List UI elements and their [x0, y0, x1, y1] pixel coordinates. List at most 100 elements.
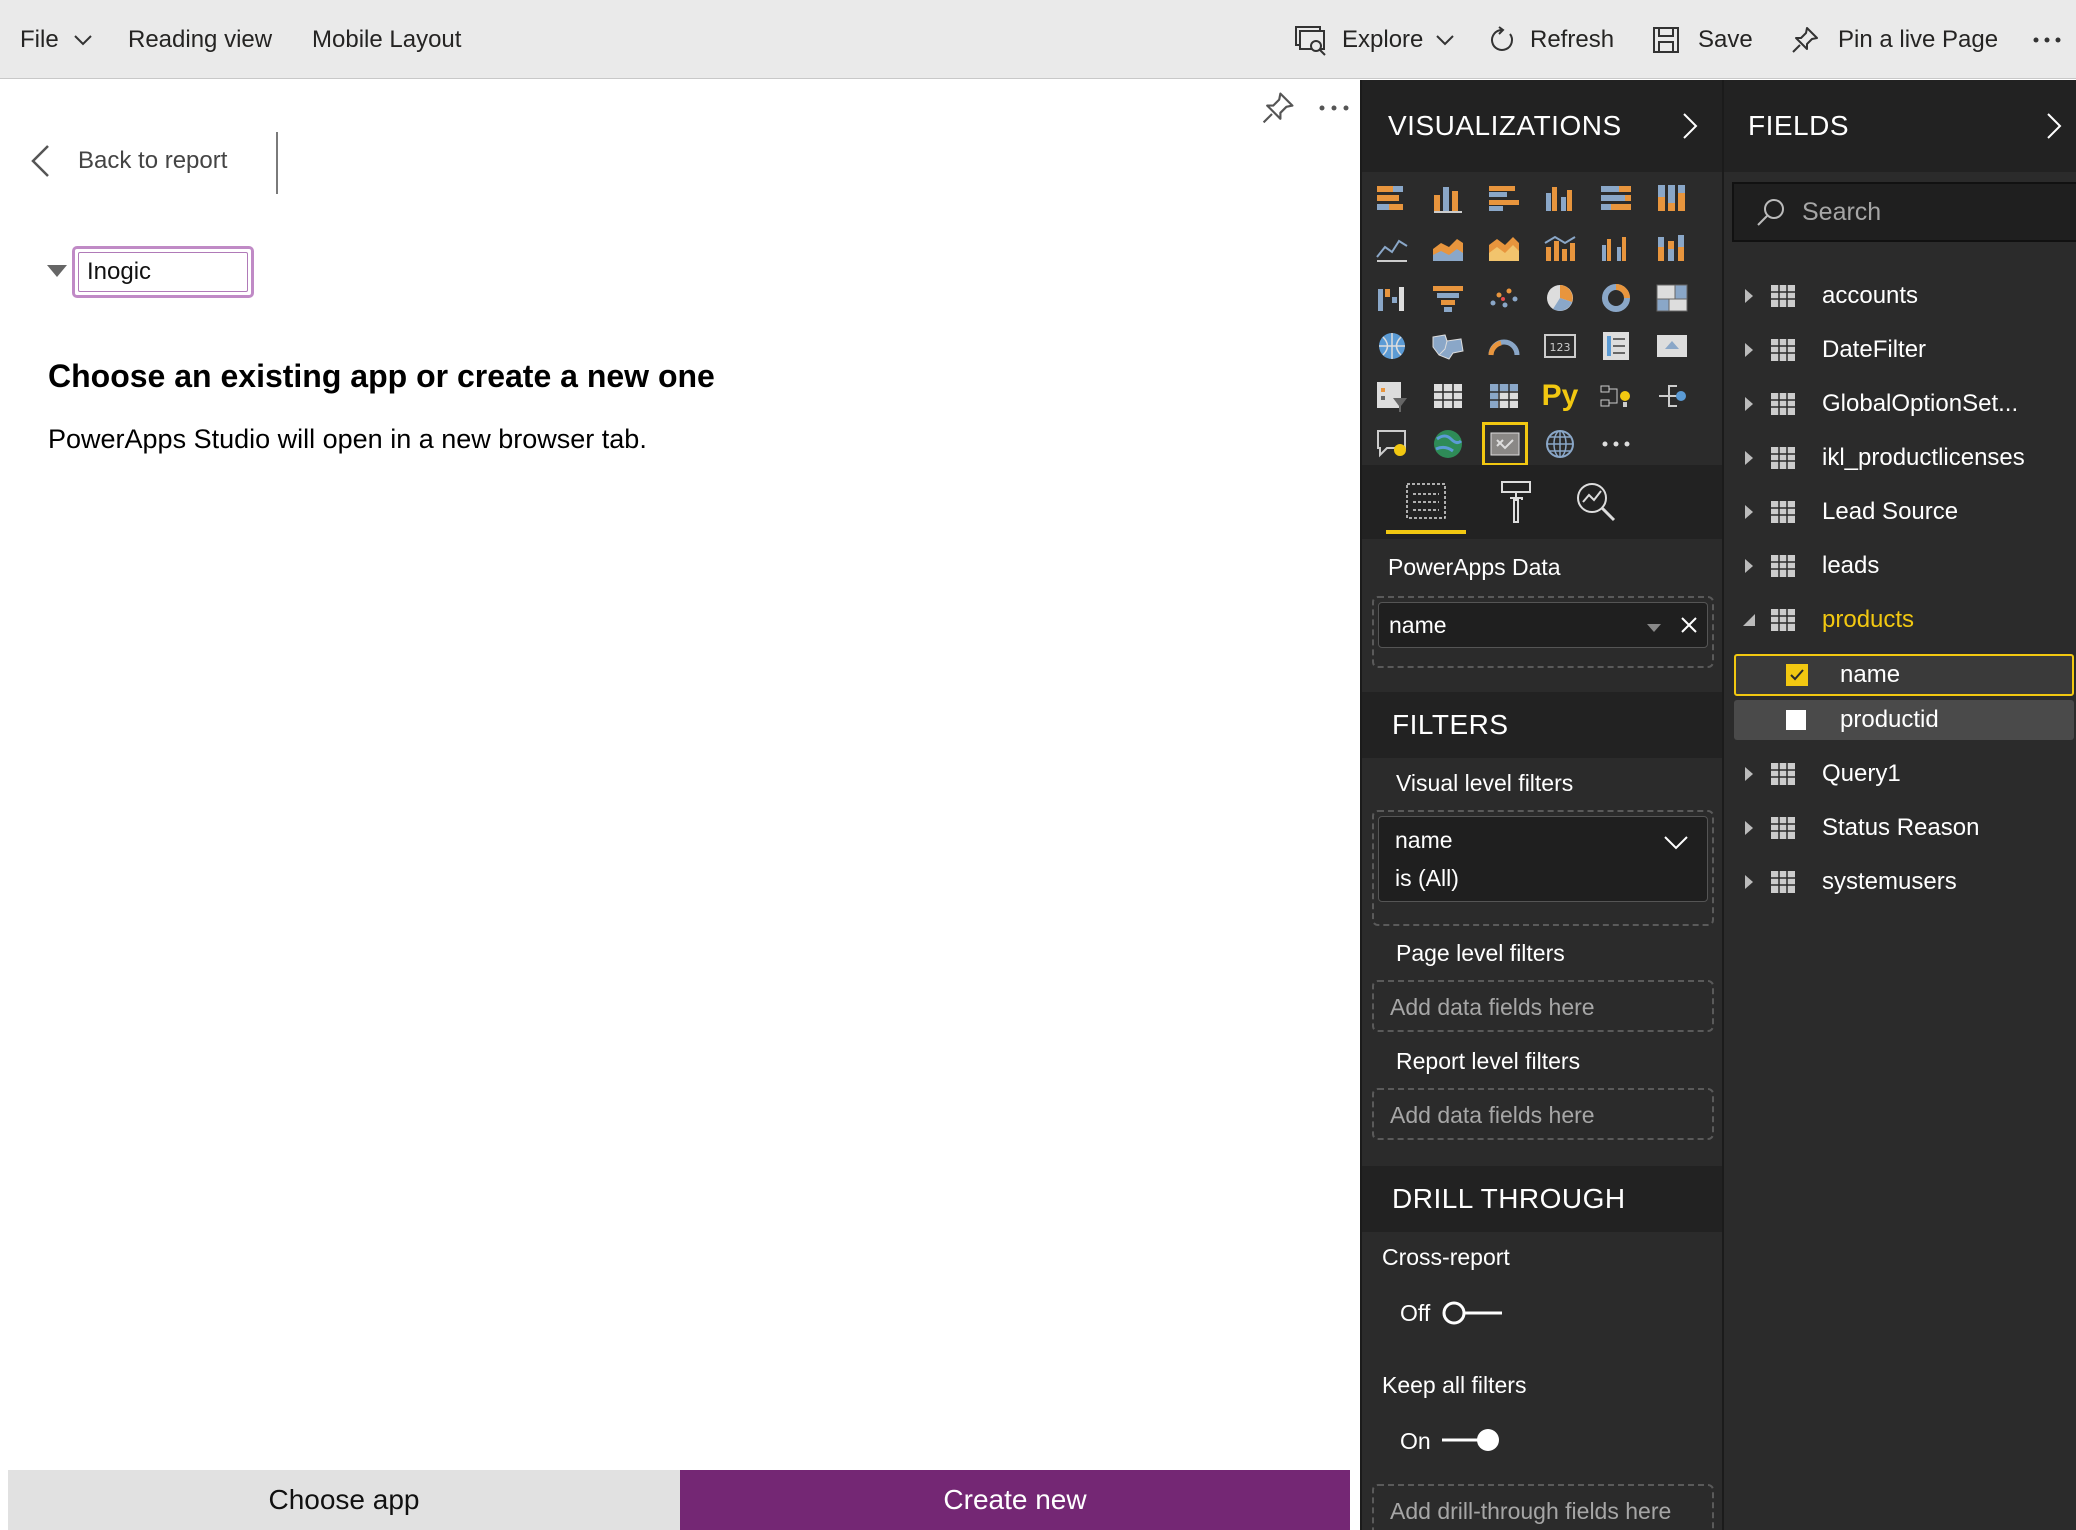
line-chart-icon[interactable] — [1370, 228, 1414, 268]
file-menu[interactable]: File — [20, 0, 93, 79]
table-icon — [1770, 284, 1804, 308]
waterfall-chart-icon[interactable] — [1370, 278, 1414, 318]
slicer-icon[interactable] — [1370, 376, 1414, 416]
more-visuals-icon[interactable] — [1594, 424, 1638, 464]
table-icon[interactable] — [1426, 376, 1470, 416]
python-visual-icon[interactable]: Py — [1538, 376, 1582, 416]
checkbox-unchecked-icon[interactable] — [1786, 710, 1806, 730]
expand-caret-icon[interactable] — [1734, 396, 1764, 412]
expand-caret-icon[interactable] — [1734, 288, 1764, 304]
area-chart-icon[interactable] — [1426, 228, 1470, 268]
scatter-chart-icon[interactable] — [1482, 278, 1526, 318]
save-button[interactable]: Save — [1652, 0, 1753, 79]
field-table-row[interactable]: DateFilter — [1724, 328, 2076, 372]
stacked-area-chart-icon[interactable] — [1482, 228, 1526, 268]
card-icon[interactable]: 123 — [1538, 326, 1582, 366]
expand-caret-icon[interactable] — [1734, 450, 1764, 466]
field-table-row[interactable]: Status Reason — [1724, 806, 2076, 850]
line-and-clustered-column-chart-icon[interactable] — [1594, 228, 1638, 268]
field-table-row[interactable]: Lead Source — [1724, 490, 2076, 534]
name-filter-card[interactable]: name is (All) — [1378, 816, 1708, 902]
visual-more-icon[interactable] — [1318, 100, 1350, 116]
cross-report-toggle[interactable] — [1442, 1300, 1504, 1326]
drill-through-title: DRILL THROUGH — [1392, 1183, 1626, 1214]
pie-chart-icon[interactable] — [1538, 278, 1582, 318]
expand-caret-icon[interactable] — [1734, 820, 1764, 836]
field-table-row[interactable]: ikl_productlicenses — [1724, 436, 2076, 480]
header-divider — [276, 132, 278, 194]
visualizations-pane: VISUALIZATIONS 123 Py PowerApps Data nam… — [1360, 80, 1724, 1530]
field-table-row[interactable]: Query1 — [1724, 752, 2076, 796]
analytics-magnifier-icon — [1574, 480, 1618, 529]
qa-visual-icon[interactable] — [1370, 424, 1414, 464]
field-item-name[interactable]: name — [1734, 654, 2074, 696]
powerapps-visual-icon[interactable] — [1482, 422, 1528, 466]
field-dropdown-caret-icon[interactable] — [1646, 620, 1662, 638]
checkbox-checked-icon[interactable] — [1786, 664, 1808, 686]
globe-visual-icon[interactable] — [1538, 424, 1582, 464]
donut-chart-icon[interactable] — [1594, 278, 1638, 318]
format-tab[interactable] — [1486, 478, 1546, 530]
refresh-button[interactable]: Refresh — [1488, 0, 1614, 79]
page-heading: Choose an existing app or create a new o… — [48, 358, 715, 394]
expand-caret-icon[interactable] — [1734, 342, 1764, 358]
filled-map-icon[interactable] — [1426, 326, 1470, 366]
analytics-tab[interactable] — [1566, 478, 1626, 530]
100-stacked-bar-chart-icon[interactable] — [1594, 178, 1638, 218]
field-table-name: leads — [1822, 552, 1880, 579]
kpi-icon[interactable] — [1650, 326, 1694, 366]
more-options-button[interactable] — [2032, 0, 2062, 79]
environment-dropdown[interactable]: Inogic — [72, 246, 254, 298]
funnel-chart-icon[interactable] — [1426, 278, 1470, 318]
100-stacked-column-chart-icon[interactable] — [1650, 178, 1694, 218]
collapse-fields-icon[interactable] — [2046, 112, 2062, 145]
decomposition-tree-icon[interactable] — [1650, 376, 1694, 416]
fields-tab[interactable] — [1386, 476, 1466, 534]
keep-all-filters-toggle[interactable] — [1440, 1427, 1502, 1453]
reading-view-button[interactable]: Reading view — [128, 0, 272, 79]
field-table-row[interactable]: accounts — [1724, 274, 2076, 318]
treemap-icon[interactable] — [1650, 278, 1694, 318]
clustered-bar-chart-icon[interactable] — [1482, 178, 1526, 218]
chevron-down-icon[interactable] — [1663, 835, 1689, 856]
choose-app-button[interactable]: Choose app — [8, 1470, 680, 1530]
matrix-icon[interactable] — [1482, 376, 1526, 416]
collapse-visualizations-icon[interactable] — [1682, 112, 1698, 145]
ribbon-chart-icon[interactable] — [1650, 228, 1694, 268]
clustered-column-chart-icon[interactable] — [1538, 178, 1582, 218]
field-table-row-products[interactable]: products — [1724, 598, 2076, 642]
pin-live-page-button[interactable]: Pin a live Page — [1790, 0, 1998, 79]
field-table-row[interactable]: GlobalOptionSet... — [1724, 382, 2076, 426]
visualizations-title: VISUALIZATIONS — [1388, 110, 1622, 141]
stacked-bar-chart-icon[interactable] — [1370, 178, 1414, 218]
visual-pin-icon[interactable] — [1260, 90, 1296, 126]
create-new-button[interactable]: Create new — [680, 1470, 1350, 1530]
field-item-productid[interactable]: productid — [1734, 700, 2074, 740]
field-table-row[interactable]: leads — [1724, 544, 2076, 588]
expand-caret-icon[interactable] — [1734, 874, 1764, 890]
expand-caret-icon[interactable] — [1734, 766, 1764, 782]
filter-field-name: name — [1395, 827, 1453, 853]
fields-pane: FIELDS Search accounts DateFilter Global… — [1722, 80, 2076, 1530]
table-icon — [1770, 870, 1804, 894]
key-influencers-icon[interactable] — [1594, 376, 1638, 416]
stacked-column-chart-icon[interactable] — [1426, 178, 1470, 218]
environment-dropdown-caret[interactable] — [46, 264, 68, 283]
expand-caret-icon[interactable] — [1734, 504, 1764, 520]
collapse-caret-icon[interactable] — [1734, 613, 1764, 627]
line-and-stacked-column-chart-icon[interactable] — [1538, 228, 1582, 268]
map-icon[interactable] — [1370, 326, 1414, 366]
remove-field-icon[interactable] — [1680, 616, 1698, 639]
back-to-report-button[interactable]: Back to report — [30, 140, 227, 182]
create-new-label: Create new — [943, 1484, 1087, 1515]
gauge-icon[interactable] — [1482, 326, 1526, 366]
multi-row-card-icon[interactable] — [1594, 326, 1638, 366]
mobile-layout-button[interactable]: Mobile Layout — [312, 0, 461, 79]
table-icon — [1770, 816, 1804, 840]
expand-caret-icon[interactable] — [1734, 558, 1764, 574]
field-table-row[interactable]: systemusers — [1724, 860, 2076, 904]
explore-button[interactable]: Explore — [1294, 0, 1455, 79]
fields-search[interactable]: Search — [1732, 182, 2076, 242]
powerapps-data-field-label: name — [1389, 611, 1447, 638]
arcgis-map-icon[interactable] — [1426, 424, 1470, 464]
